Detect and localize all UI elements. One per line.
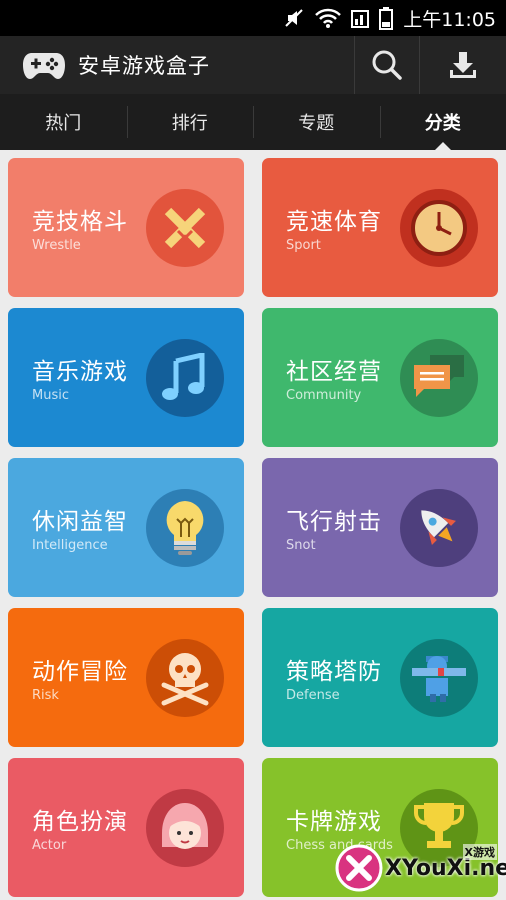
- category-title: 动作冒险: [32, 659, 128, 685]
- category-title: 竞技格斗: [32, 209, 128, 235]
- status-bar: 上午11:05: [0, 0, 506, 36]
- category-title: 策略塔防: [286, 659, 382, 685]
- crossed-swords-icon: [164, 207, 206, 249]
- tab-topics[interactable]: 专题: [253, 94, 380, 150]
- clock-icon: [411, 200, 467, 256]
- mute-icon: [283, 7, 305, 29]
- battery-icon: [379, 6, 394, 30]
- signal-icon: [351, 7, 370, 29]
- category-subtitle: Community: [286, 388, 362, 403]
- rocket-icon: [421, 510, 456, 545]
- category-grid: 竞技格斗 Wrestle 竞速体育 Sport 音乐游戏 Music 社区经营 …: [8, 158, 498, 897]
- app-bar: 安卓游戏盒子: [0, 36, 506, 94]
- category-subtitle: Actor: [32, 838, 67, 853]
- category-subtitle: Sport: [286, 238, 321, 253]
- tab-ranking[interactable]: 排行: [126, 94, 254, 150]
- category-title: 休闲益智: [32, 509, 128, 535]
- chat-bubble-icon: [414, 355, 464, 397]
- category-card-shoot[interactable]: 飞行射击 Snot: [262, 458, 498, 597]
- skull-icon: [161, 653, 209, 706]
- category-subtitle: Music: [32, 388, 69, 403]
- watermark: X游戏 XYouXi.net: [333, 842, 506, 894]
- category-subtitle: Wrestle: [32, 238, 81, 253]
- download-icon: [450, 52, 476, 78]
- search-button[interactable]: [354, 36, 419, 94]
- watermark-logo-icon: [335, 844, 383, 892]
- category-title: 角色扮演: [32, 809, 128, 835]
- tab-bar: 热门 排行 专题 分类: [0, 94, 506, 150]
- status-time: 上午11:05: [403, 8, 496, 31]
- category-title: 卡牌游戏: [286, 809, 382, 835]
- category-card-sport[interactable]: 竞速体育 Sport: [262, 158, 498, 297]
- category-card-intelligence[interactable]: 休闲益智 Intelligence: [8, 458, 244, 597]
- category-card-actor[interactable]: 角色扮演 Actor: [8, 758, 244, 897]
- music-note-icon: [162, 353, 205, 400]
- category-subtitle: Defense: [286, 688, 340, 703]
- category-title: 音乐游戏: [32, 359, 128, 385]
- app-title: 安卓游戏盒子: [78, 54, 210, 78]
- category-title: 竞速体育: [286, 209, 382, 235]
- wifi-icon: [315, 7, 342, 29]
- category-title: 社区经营: [286, 359, 382, 385]
- category-card-risk[interactable]: 动作冒险 Risk: [8, 608, 244, 747]
- download-button[interactable]: [419, 36, 506, 94]
- category-card-music[interactable]: 音乐游戏 Music: [8, 308, 244, 447]
- category-subtitle: Snot: [286, 538, 316, 553]
- tab-categories[interactable]: 分类: [379, 94, 506, 150]
- lightbulb-icon: [166, 501, 204, 555]
- gamepad-logo-icon: [23, 53, 65, 79]
- watermark-small-text: X游戏: [462, 844, 497, 860]
- tower-defense-icon: [412, 656, 466, 702]
- category-card-defense[interactable]: 策略塔防 Defense: [262, 608, 498, 747]
- category-title: 飞行射击: [286, 509, 382, 535]
- category-subtitle: Risk: [32, 688, 59, 703]
- category-card-community[interactable]: 社区经营 Community: [262, 308, 498, 447]
- search-icon: [372, 50, 402, 80]
- tab-hot[interactable]: 热门: [0, 94, 127, 150]
- category-card-wrestle[interactable]: 竞技格斗 Wrestle: [8, 158, 244, 297]
- character-face-icon: [162, 803, 208, 849]
- category-subtitle: Intelligence: [32, 538, 108, 553]
